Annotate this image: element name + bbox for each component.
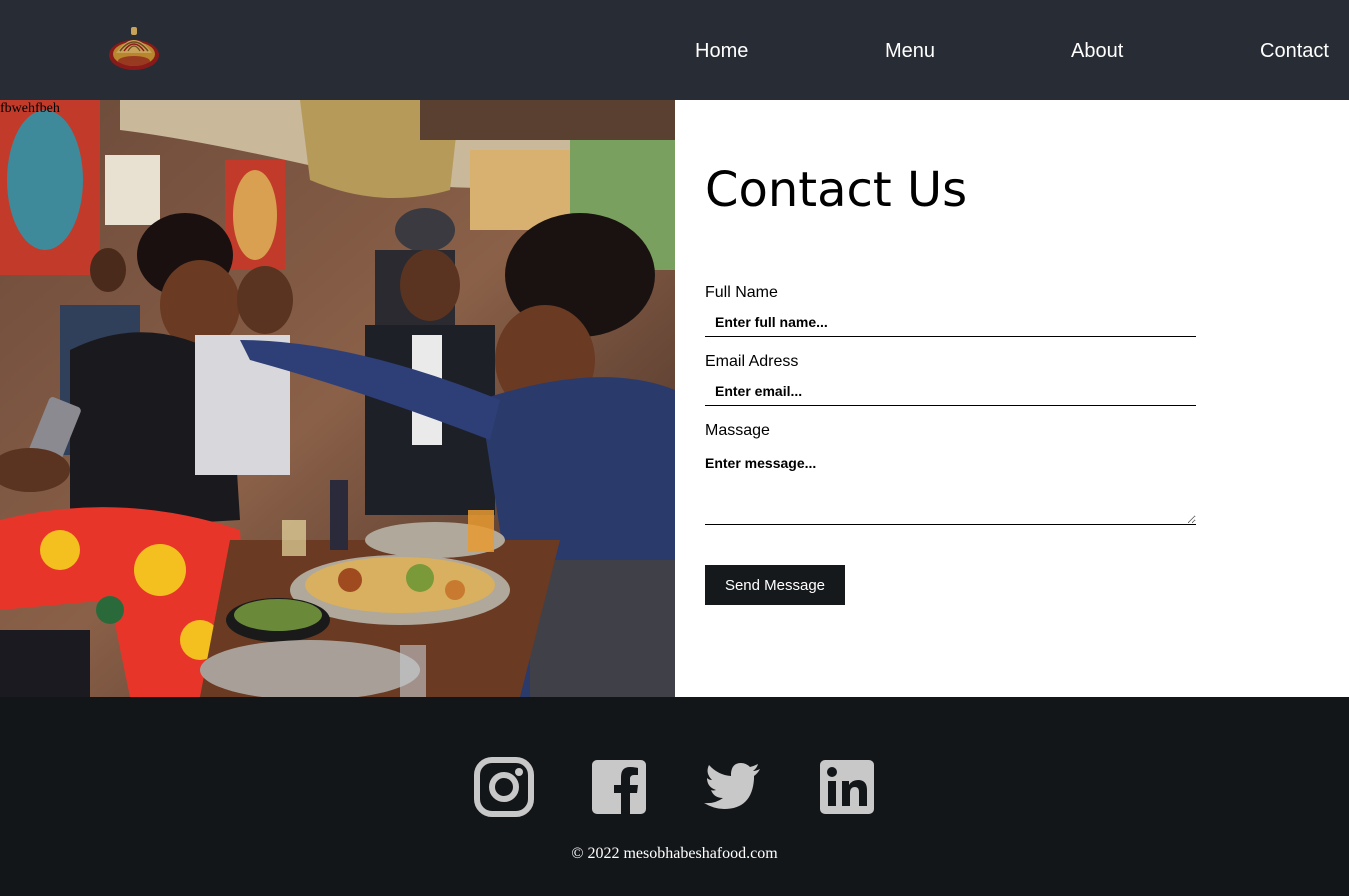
copyright-text: © 2022 mesobhabeshafood.com	[571, 845, 778, 862]
nav-about[interactable]: About	[1071, 38, 1123, 64]
message-label: Massage	[705, 422, 770, 439]
nav-contact[interactable]: Contact	[1260, 38, 1329, 64]
nav-home[interactable]: Home	[695, 38, 748, 64]
restaurant-photo: fbwehfbeh	[0, 100, 675, 697]
mesob-basket-icon[interactable]	[108, 25, 160, 73]
image-alt-text: fbwehfbeh	[0, 101, 60, 116]
message-textarea[interactable]	[705, 451, 1196, 525]
email-input[interactable]	[705, 376, 1196, 406]
nav-menu[interactable]: Menu	[885, 38, 935, 64]
facebook-icon[interactable]	[590, 757, 650, 817]
site-header: Home Menu About Contact	[0, 0, 1349, 100]
contact-form: Contact Us Full Name Email Adress Massag…	[675, 100, 1349, 697]
site-footer: © 2022 mesobhabeshafood.com	[0, 697, 1349, 896]
twitter-icon[interactable]	[702, 757, 762, 817]
page-title: Contact Us	[705, 162, 968, 218]
full-name-label: Full Name	[705, 284, 778, 301]
instagram-icon[interactable]	[474, 757, 534, 817]
full-name-input[interactable]	[705, 307, 1196, 337]
email-label: Email Adress	[705, 353, 799, 370]
send-message-button[interactable]: Send Message	[705, 565, 845, 605]
linkedin-icon[interactable]	[816, 757, 876, 817]
